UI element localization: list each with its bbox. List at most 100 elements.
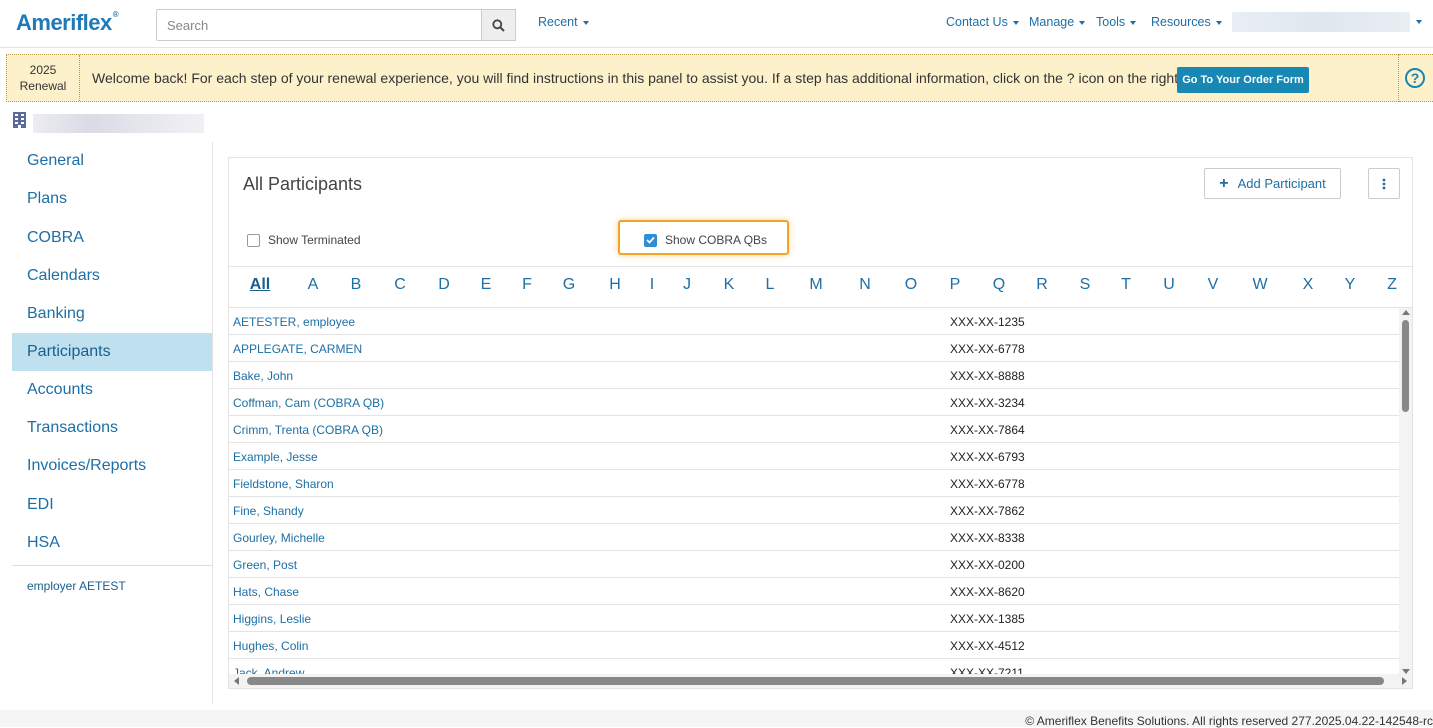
sidebar-item-calendars[interactable]: Calendars xyxy=(12,257,212,295)
scroll-right-arrow-icon[interactable] xyxy=(1402,677,1407,685)
nav-tools[interactable]: Tools xyxy=(1096,15,1137,29)
search-button[interactable] xyxy=(481,9,516,41)
show-cobra-checkbox[interactable] xyxy=(644,233,657,247)
caret-down-icon xyxy=(582,20,589,25)
alpha-filter-o[interactable]: O xyxy=(905,276,917,294)
alpha-filter-n[interactable]: N xyxy=(859,276,871,294)
vertical-scrollbar[interactable] xyxy=(1399,308,1412,676)
user-menu-redacted[interactable] xyxy=(1232,12,1410,32)
alpha-filter-k[interactable]: K xyxy=(724,276,735,294)
alpha-filter-c[interactable]: C xyxy=(394,276,406,294)
page-title: All Participants xyxy=(243,174,363,194)
sidebar-item-participants[interactable]: Participants xyxy=(12,333,212,371)
participant-name-link[interactable]: Higgins, Leslie xyxy=(233,612,311,626)
participants-panel: All Participants + Add Participant Show … xyxy=(228,157,1413,689)
alpha-filter-q[interactable]: Q xyxy=(993,276,1005,294)
nav-resources-label: Resources xyxy=(1151,15,1211,29)
nav-manage[interactable]: Manage xyxy=(1029,15,1086,29)
alpha-filter-b[interactable]: B xyxy=(351,276,362,294)
alpha-filter-s[interactable]: S xyxy=(1080,276,1091,294)
participant-name-link[interactable]: Example, Jesse xyxy=(233,450,318,464)
table-row: Hughes, Colin XXX-XX-4512 xyxy=(229,632,1399,659)
alpha-filter-a[interactable]: A xyxy=(308,276,319,294)
show-terminated-toggle[interactable]: Show Terminated xyxy=(247,233,361,247)
ameriflex-logo[interactable]: Ameriflex® xyxy=(16,10,119,36)
participant-name-link[interactable]: Green, Post xyxy=(233,558,297,572)
help-question-icon[interactable]: ? xyxy=(1405,68,1425,88)
copyright-text: © Ameriflex Benefits Solutions. All righ… xyxy=(1025,714,1433,728)
alpha-filter-p[interactable]: P xyxy=(950,276,961,294)
scroll-up-arrow-icon[interactable] xyxy=(1402,310,1410,315)
sidebar-employer-label: employer AETEST xyxy=(27,579,126,593)
participant-ssn: XXX-XX-4512 xyxy=(950,639,1025,653)
more-options-button[interactable] xyxy=(1368,168,1400,199)
alpha-filter-m[interactable]: M xyxy=(809,276,822,294)
alpha-filter-i[interactable]: I xyxy=(650,276,654,294)
table-row: Higgins, Leslie XXX-XX-1385 xyxy=(229,605,1399,632)
add-participant-button[interactable]: + Add Participant xyxy=(1204,168,1341,199)
sidebar-item-banking[interactable]: Banking xyxy=(12,295,212,333)
alpha-filter-v[interactable]: V xyxy=(1208,276,1219,294)
horizontal-scroll-thumb[interactable] xyxy=(247,677,1384,685)
participant-name-link[interactable]: Hughes, Colin xyxy=(233,639,308,653)
show-cobra-toggle[interactable]: Show COBRA QBs xyxy=(644,233,767,247)
renewal-year-box: 2025 Renewal xyxy=(7,55,80,101)
search-bar xyxy=(156,9,516,41)
user-menu-caret-icon[interactable] xyxy=(1416,20,1422,24)
alpha-filter-e[interactable]: E xyxy=(481,276,492,294)
table-row: AETESTER, employee XXX-XX-1235 xyxy=(229,308,1399,335)
sidebar-item-transactions[interactable]: Transactions xyxy=(12,409,212,447)
participant-name-link[interactable]: Bake, John xyxy=(233,369,293,383)
participant-name-link[interactable]: Fine, Shandy xyxy=(233,504,304,518)
go-to-order-form-button[interactable]: Go To Your Order Form xyxy=(1177,67,1309,93)
alpha-filter-f[interactable]: F xyxy=(522,276,532,294)
participant-name-link[interactable]: Hats, Chase xyxy=(233,585,299,599)
alpha-filter-z[interactable]: Z xyxy=(1387,276,1397,294)
participant-name-link[interactable]: Crimm, Trenta (COBRA QB) xyxy=(233,423,383,437)
nav-contact-us[interactable]: Contact Us xyxy=(946,15,1019,29)
scroll-left-arrow-icon[interactable] xyxy=(234,677,239,685)
alpha-filter-t[interactable]: T xyxy=(1121,276,1131,294)
sidebar-item-cobra[interactable]: COBRA xyxy=(12,219,212,257)
alpha-filter-r[interactable]: R xyxy=(1036,276,1048,294)
participant-ssn: XXX-XX-0200 xyxy=(950,558,1025,572)
show-terminated-checkbox[interactable] xyxy=(247,233,260,247)
nav-recent[interactable]: Recent xyxy=(538,15,589,29)
nav-resources[interactable]: Resources xyxy=(1151,15,1222,29)
sidebar-item-invoices-reports[interactable]: Invoices/Reports xyxy=(12,447,212,485)
participant-name-link[interactable]: APPLEGATE, CARMEN xyxy=(233,342,362,356)
sidebar-item-general[interactable]: General xyxy=(12,142,212,180)
alpha-filter-d[interactable]: D xyxy=(438,276,450,294)
table-row: Bake, John XXX-XX-8888 xyxy=(229,362,1399,389)
sidebar-divider xyxy=(12,565,212,566)
horizontal-scrollbar[interactable] xyxy=(229,674,1412,688)
sidebar-item-accounts[interactable]: Accounts xyxy=(12,371,212,409)
table-row: Crimm, Trenta (COBRA QB) XXX-XX-7864 xyxy=(229,416,1399,443)
participant-name-link[interactable]: AETESTER, employee xyxy=(233,315,355,329)
sidebar-item-edi[interactable]: EDI xyxy=(12,486,212,524)
alpha-filter-g[interactable]: G xyxy=(563,276,575,294)
participant-name-link[interactable]: Coffman, Cam (COBRA QB) xyxy=(233,396,384,410)
logo-text: Ameriflex xyxy=(16,10,112,35)
search-input[interactable] xyxy=(156,9,481,41)
alpha-filter-x[interactable]: X xyxy=(1303,276,1314,294)
alpha-filter-u[interactable]: U xyxy=(1163,276,1175,294)
sidebar-item-plans[interactable]: Plans xyxy=(12,180,212,218)
participant-name-link[interactable]: Gourley, Michelle xyxy=(233,531,325,545)
alpha-filter-l[interactable]: L xyxy=(766,276,775,294)
checkmark-icon xyxy=(646,236,655,244)
alphabet-filter: All A B C D E F G H I J K L M N O P Q R … xyxy=(229,266,1412,308)
alpha-filter-h[interactable]: H xyxy=(609,276,621,294)
participant-name-link[interactable]: Fieldstone, Sharon xyxy=(233,477,334,491)
alpha-filter-w[interactable]: W xyxy=(1252,276,1267,294)
alpha-filter-j[interactable]: J xyxy=(683,276,691,294)
table-row: Hats, Chase XXX-XX-8620 xyxy=(229,578,1399,605)
participants-table: AETESTER, employee XXX-XX-1235 APPLEGATE,… xyxy=(229,308,1399,676)
sidebar-item-hsa[interactable]: HSA xyxy=(12,524,212,562)
vertical-scroll-thumb[interactable] xyxy=(1402,320,1409,412)
caret-down-icon xyxy=(1215,20,1222,25)
alpha-filter-y[interactable]: Y xyxy=(1345,276,1356,294)
nav-recent-label: Recent xyxy=(538,15,578,29)
caret-down-icon xyxy=(1012,20,1019,25)
alpha-filter-all[interactable]: All xyxy=(250,276,270,294)
